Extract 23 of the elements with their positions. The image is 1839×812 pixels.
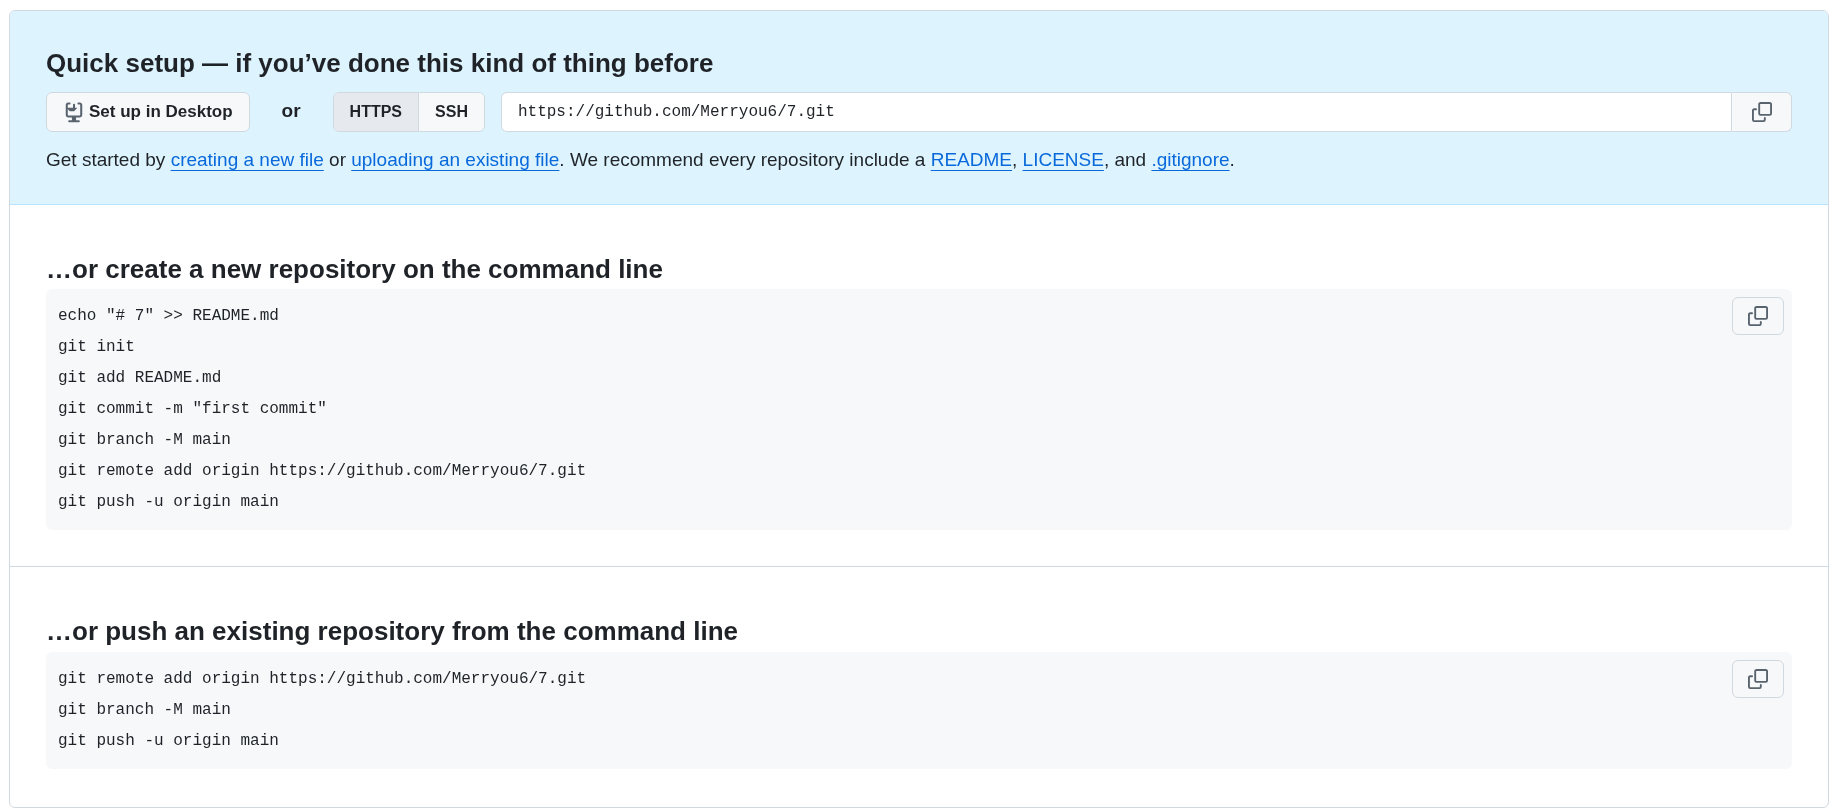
text-link[interactable]: README: [930, 148, 1012, 170]
protocol-tab[interactable]: SSH: [418, 92, 484, 131]
copy-button[interactable]: [1732, 659, 1784, 698]
protocol-tab[interactable]: HTTPS: [333, 92, 419, 131]
copy-button[interactable]: [1732, 91, 1792, 132]
text-link[interactable]: LICENSE: [1022, 148, 1104, 170]
text-link[interactable]: creating a new file: [170, 148, 324, 170]
text-link[interactable]: .gitignore: [1151, 148, 1230, 170]
copy-icon: [1748, 668, 1768, 689]
copy-button[interactable]: [1732, 297, 1784, 335]
code-text: git remote add origin https://github.com/Merryou6/7.git git branch -M main git push -u origin main: [58, 668, 587, 752]
code-text: echo "# 7" >> README.md git init git add README.md git commit -m "first commit" git branch -M main git remote add origin https://github.com/Merryou6/7.git git push -u origin main: [58, 306, 587, 513]
copy-icon: [1751, 101, 1772, 122]
section-heading: …or push an existing repository from the command line: [46, 615, 739, 648]
instructions-text: Get started by creating a new file or uploading an existing file. We recommend every repository include a README, LICENSE, and .gitignore.: [46, 147, 1236, 172]
section-heading: …or create a new repository on the command line: [46, 252, 664, 285]
desktop-button[interactable]: Set up in Desktop: [46, 91, 250, 132]
copy-icon: [1748, 306, 1768, 326]
text-link[interactable]: uploading an existing file: [351, 148, 560, 170]
url-field[interactable]: https://github.com/Merryou6/7.git: [500, 91, 1732, 132]
desktop-download-icon: [63, 100, 85, 123]
or-label: or: [280, 99, 302, 124]
section-heading: Quick setup — if you’ve done this kind of thing before: [46, 47, 715, 80]
